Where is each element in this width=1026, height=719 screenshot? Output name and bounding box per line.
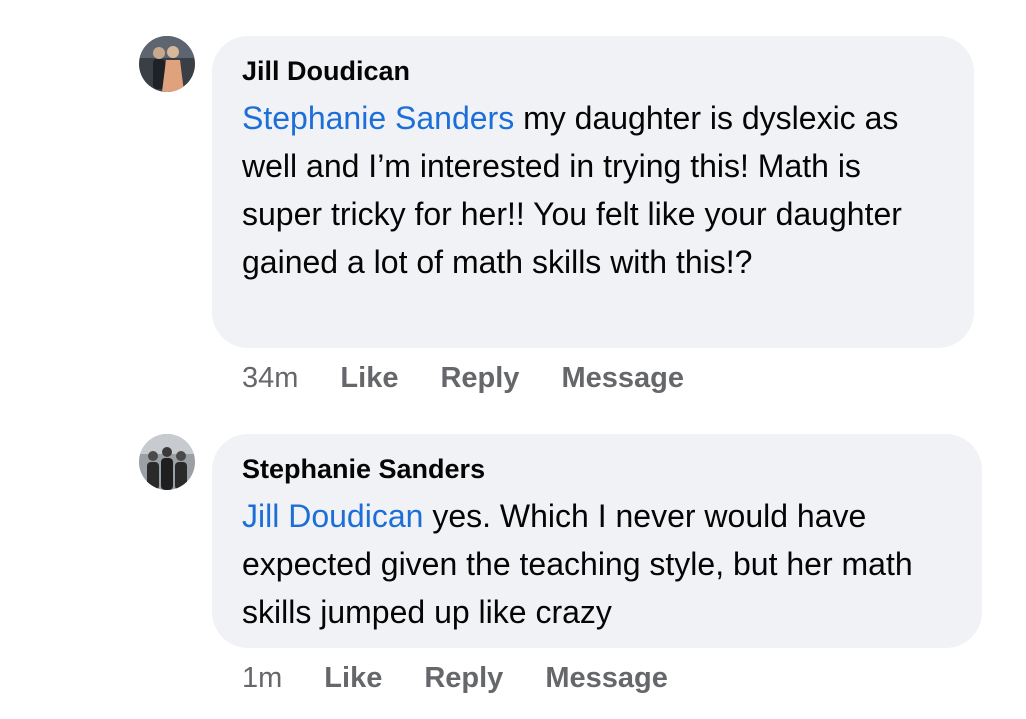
reply-button[interactable]: Reply <box>424 662 503 695</box>
comment-text: Jill Doudican yes. Which I never would h… <box>242 492 954 636</box>
comment-bubble: Stephanie Sanders Jill Doudican yes. Whi… <box>212 434 982 648</box>
message-button[interactable]: Message <box>561 362 684 395</box>
avatar[interactable] <box>139 36 195 92</box>
comment-actions: 34m Like Reply Message <box>242 362 726 395</box>
comment-bubble: Jill Doudican Stephanie Sanders my daugh… <box>212 36 974 348</box>
like-button[interactable]: Like <box>340 362 398 395</box>
message-button[interactable]: Message <box>545 662 668 695</box>
profile-photo-icon <box>139 434 195 490</box>
timestamp[interactable]: 1m <box>242 662 282 695</box>
timestamp[interactable]: 34m <box>242 362 298 395</box>
mention-link[interactable]: Jill Doudican <box>242 498 423 534</box>
profile-photo-icon <box>139 36 195 92</box>
comment-actions: 1m Like Reply Message <box>242 662 710 695</box>
comment-thread: Jill Doudican Stephanie Sanders my daugh… <box>0 0 1026 719</box>
reply-button[interactable]: Reply <box>440 362 519 395</box>
comment-author[interactable]: Jill Doudican <box>242 54 946 88</box>
comment-text: Stephanie Sanders my daughter is dyslexi… <box>242 94 946 286</box>
comment-author[interactable]: Stephanie Sanders <box>242 452 954 486</box>
mention-link[interactable]: Stephanie Sanders <box>242 100 514 136</box>
avatar[interactable] <box>139 434 195 490</box>
like-button[interactable]: Like <box>324 662 382 695</box>
